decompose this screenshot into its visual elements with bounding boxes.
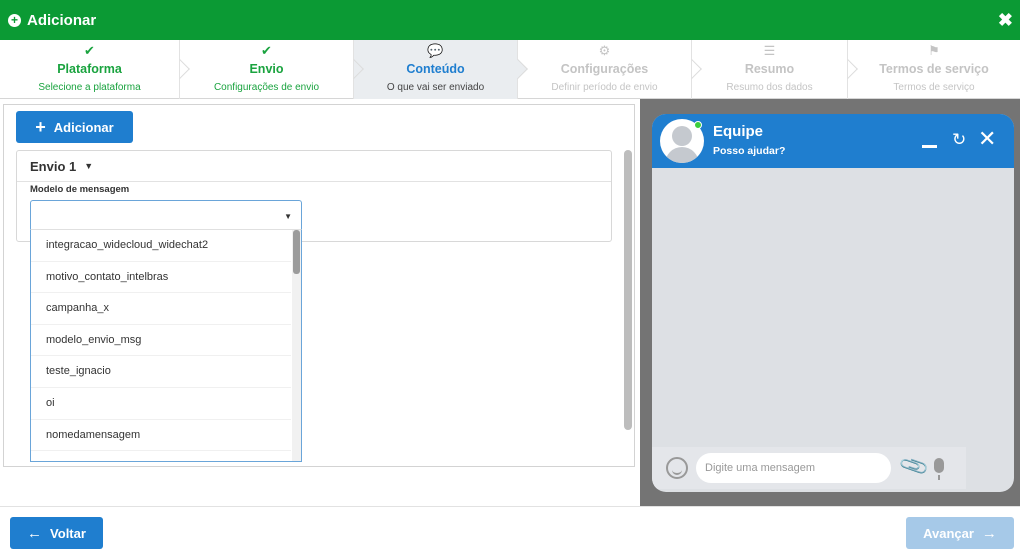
dropdown-option[interactable]: oi [31,388,291,420]
comments-icon: 💬 [427,43,444,58]
envio-header[interactable]: Envio 1 ▼ [17,151,611,182]
arrow-left-icon: ← [27,524,43,542]
gears-icon: ⚙ [598,43,611,58]
step-envio[interactable]: ✔ Envio Configurações de envio [180,40,364,99]
check-icon: ✔ [261,43,272,58]
dropdown-items: integracao_widecloud_widechat2 motivo_con… [31,230,301,452]
dropdown-scroll-thumb[interactable] [293,230,300,274]
step-plataforma[interactable]: ✔ Plataforma Selecione a plataforma [0,40,190,99]
step-subtitle: O que vai ser enviado [386,82,485,93]
refresh-icon[interactable]: ↻ [952,130,966,150]
step-configuracoes[interactable]: ⚙ Configurações Definir período de envio [518,40,702,99]
dropdown-scrollbar[interactable] [292,230,301,461]
chat-composer: Digite uma mensagem 📎 [652,447,966,489]
model-select[interactable]: ▼ [30,200,302,230]
step-subtitle: Termos de serviço [893,82,975,93]
step-conteudo[interactable]: 💬 Conteúdo O que vai ser enviado [354,40,528,99]
back-button[interactable]: ← Voltar [10,517,103,549]
back-button-label: Voltar [50,525,86,541]
online-status-dot [694,121,702,129]
plus-circle-icon: + [8,13,21,27]
envio-title: Envio 1 [30,158,77,174]
modal-title-wrap: + Adicionar [8,12,96,29]
step-title: Configurações [560,62,649,76]
add-button-label: Adicionar [53,119,114,135]
chat-team-name: Equipe [713,123,764,140]
check-icon: ✔ [84,43,95,58]
microphone-icon[interactable] [934,458,944,480]
step-subtitle: Configurações de envio [213,82,320,93]
step-title: Resumo [744,62,795,76]
paperclip-icon[interactable]: 📎 [898,451,931,483]
step-title: Conteúdo [406,62,465,76]
step-subtitle: Resumo dos dados [726,82,813,93]
arrow-right-icon: → [981,524,997,542]
minimize-icon[interactable] [922,145,937,148]
step-subtitle: Selecione a plataforma [38,82,141,93]
dropdown-option[interactable]: modelo_envio_msg [31,325,291,357]
step-resumo[interactable]: ☰ Resumo Resumo dos dados [692,40,858,99]
list-icon: ☰ [763,43,776,58]
next-button[interactable]: Avançar → [906,517,1014,549]
dropdown-option[interactable]: nomedamensagem [31,420,291,452]
step-title: Envio [249,62,284,76]
content-panel: + Adicionar Envio 1 ▼ Modelo de mensagem… [3,104,635,467]
modal-header: + Adicionar ✖ [0,0,1020,40]
step-subtitle: Definir período de envio [551,82,658,93]
panel-scrollbar[interactable] [624,150,632,430]
caret-down-icon: ▼ [84,161,94,171]
chat-widget: Equipe Posso ajudar? ↻ ✕ Digite uma mens… [652,114,1014,492]
next-button-label: Avançar [923,525,974,541]
model-dropdown-list: integracao_widecloud_widechat2 motivo_con… [30,229,302,462]
step-title: Plataforma [57,62,122,76]
step-title: Termos de serviço [879,62,989,76]
modal-title: Adicionar [27,11,97,29]
chat-message-input[interactable]: Digite uma mensagem [696,453,891,483]
model-label: Modelo de mensagem [30,184,130,195]
flag-checkered-icon: ⚑ [928,43,940,58]
plus-icon: + [35,117,46,137]
dropdown-option[interactable]: motivo_contato_intelbras [31,262,291,294]
emoji-icon[interactable] [666,457,688,479]
stepper: ✔ Plataforma Selecione a plataforma ✔ En… [0,40,1020,99]
avatar-body [665,147,699,163]
step-termos[interactable]: ⚑ Termos de serviço Termos de serviço [848,40,1020,99]
footer-divider [0,506,1020,507]
close-icon[interactable]: ✖ [998,10,1013,31]
chat-subtitle: Posso ajudar? [713,145,786,157]
avatar-face [672,126,692,146]
close-icon[interactable]: ✕ [978,127,996,151]
chat-header: Equipe Posso ajudar? ↻ ✕ [652,114,1014,168]
dropdown-option[interactable]: integracao_widecloud_widechat2 [31,230,291,262]
add-button[interactable]: + Adicionar [16,111,133,143]
caret-down-icon: ▼ [284,212,292,221]
dropdown-option[interactable]: campanha_x [31,293,291,325]
chat-preview-panel: Equipe Posso ajudar? ↻ ✕ Digite uma mens… [640,99,1020,506]
dropdown-option[interactable]: teste_ignacio [31,356,291,388]
